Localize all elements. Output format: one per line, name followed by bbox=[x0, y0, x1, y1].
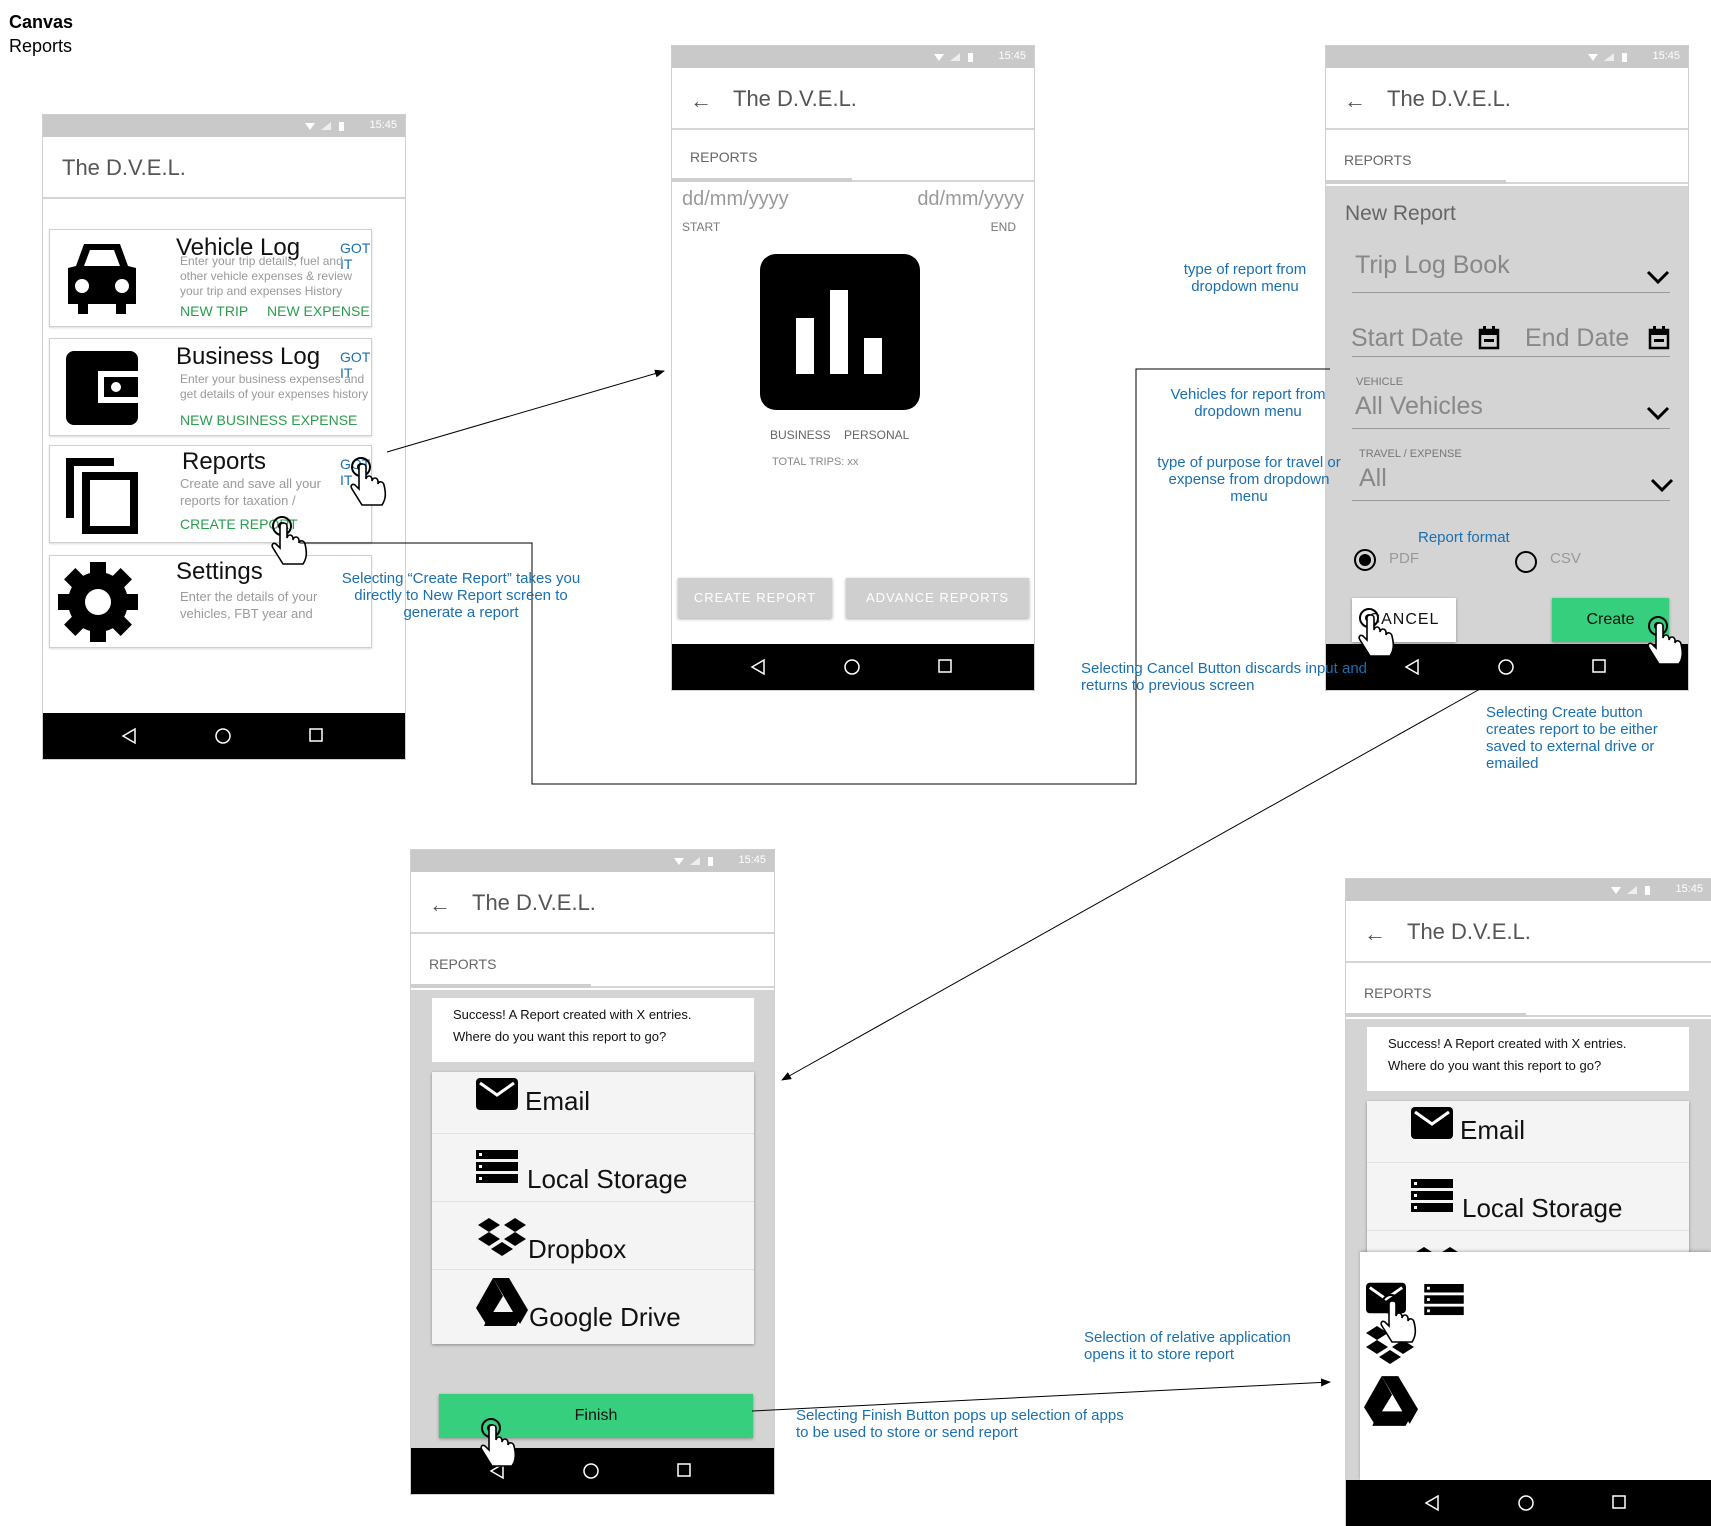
annotation-finish: Selecting Finish Button pops up selectio… bbox=[796, 1407, 1124, 1441]
annotation-selection: Selection of relative application opens … bbox=[1084, 1329, 1291, 1363]
annotation-purpose: type of purpose for travel or expense fr… bbox=[1157, 454, 1341, 505]
connector-line bbox=[386, 369, 665, 453]
connector-line bbox=[781, 688, 1481, 1081]
annotation-vehicles: Vehicles for report from dropdown menu bbox=[1170, 386, 1326, 420]
annotation-report-type: type of report from dropdown menu bbox=[1183, 261, 1307, 295]
annotation-create-report: Selecting “Create Report” takes you dire… bbox=[341, 570, 581, 621]
flow-connectors bbox=[300, 368, 1481, 1412]
annotation-create: Selecting Create button creates report t… bbox=[1486, 704, 1658, 772]
annotation-cancel: Selecting Cancel Button discards input a… bbox=[1081, 660, 1368, 694]
